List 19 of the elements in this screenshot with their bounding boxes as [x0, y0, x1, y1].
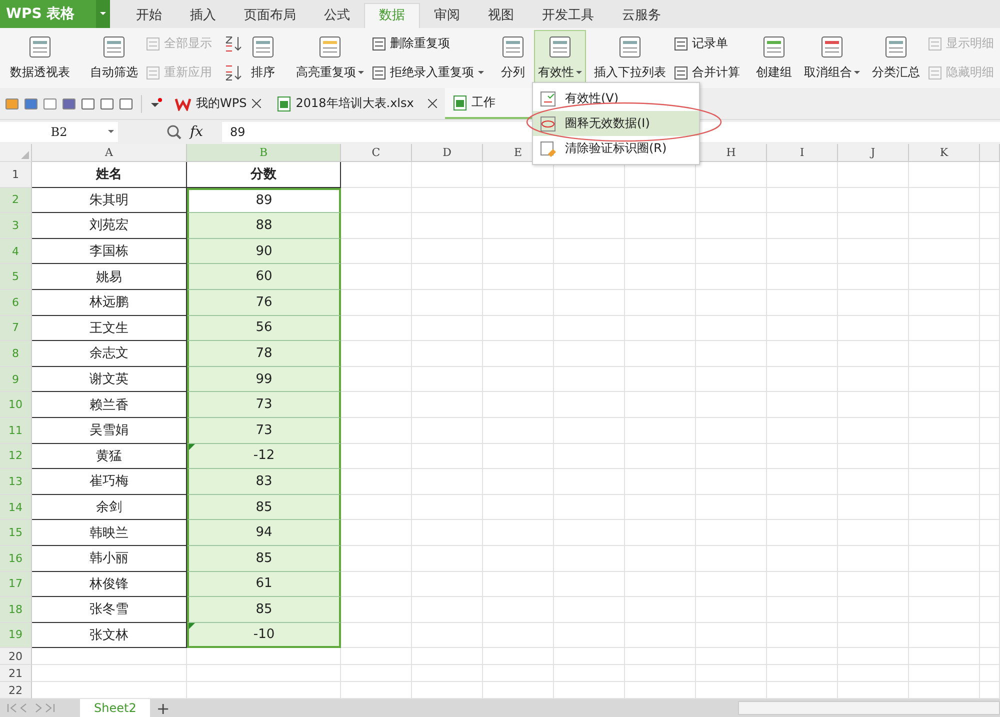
table-cell: 99: [187, 366, 341, 392]
table-cell: -10: [187, 622, 341, 648]
table-cell: 76: [187, 290, 341, 316]
header-cell: 姓名: [32, 162, 187, 188]
table-cell: 90: [187, 238, 341, 264]
table-cell: 88: [187, 213, 341, 239]
table-cell: 60: [187, 264, 341, 290]
table-cell: 85: [187, 597, 341, 623]
table-cell: 56: [187, 316, 341, 342]
table-cell: 89: [187, 188, 341, 214]
table-cell: 73: [187, 418, 341, 444]
table-cell: 85: [187, 494, 341, 520]
table-cell: 83: [187, 469, 341, 495]
table-cell: 61: [187, 572, 341, 598]
table-cell: -12: [187, 444, 341, 470]
table-cell: 73: [187, 392, 341, 418]
table-cell: 94: [187, 520, 341, 546]
table-cell: 78: [187, 341, 341, 367]
table-cell: 85: [187, 546, 341, 572]
